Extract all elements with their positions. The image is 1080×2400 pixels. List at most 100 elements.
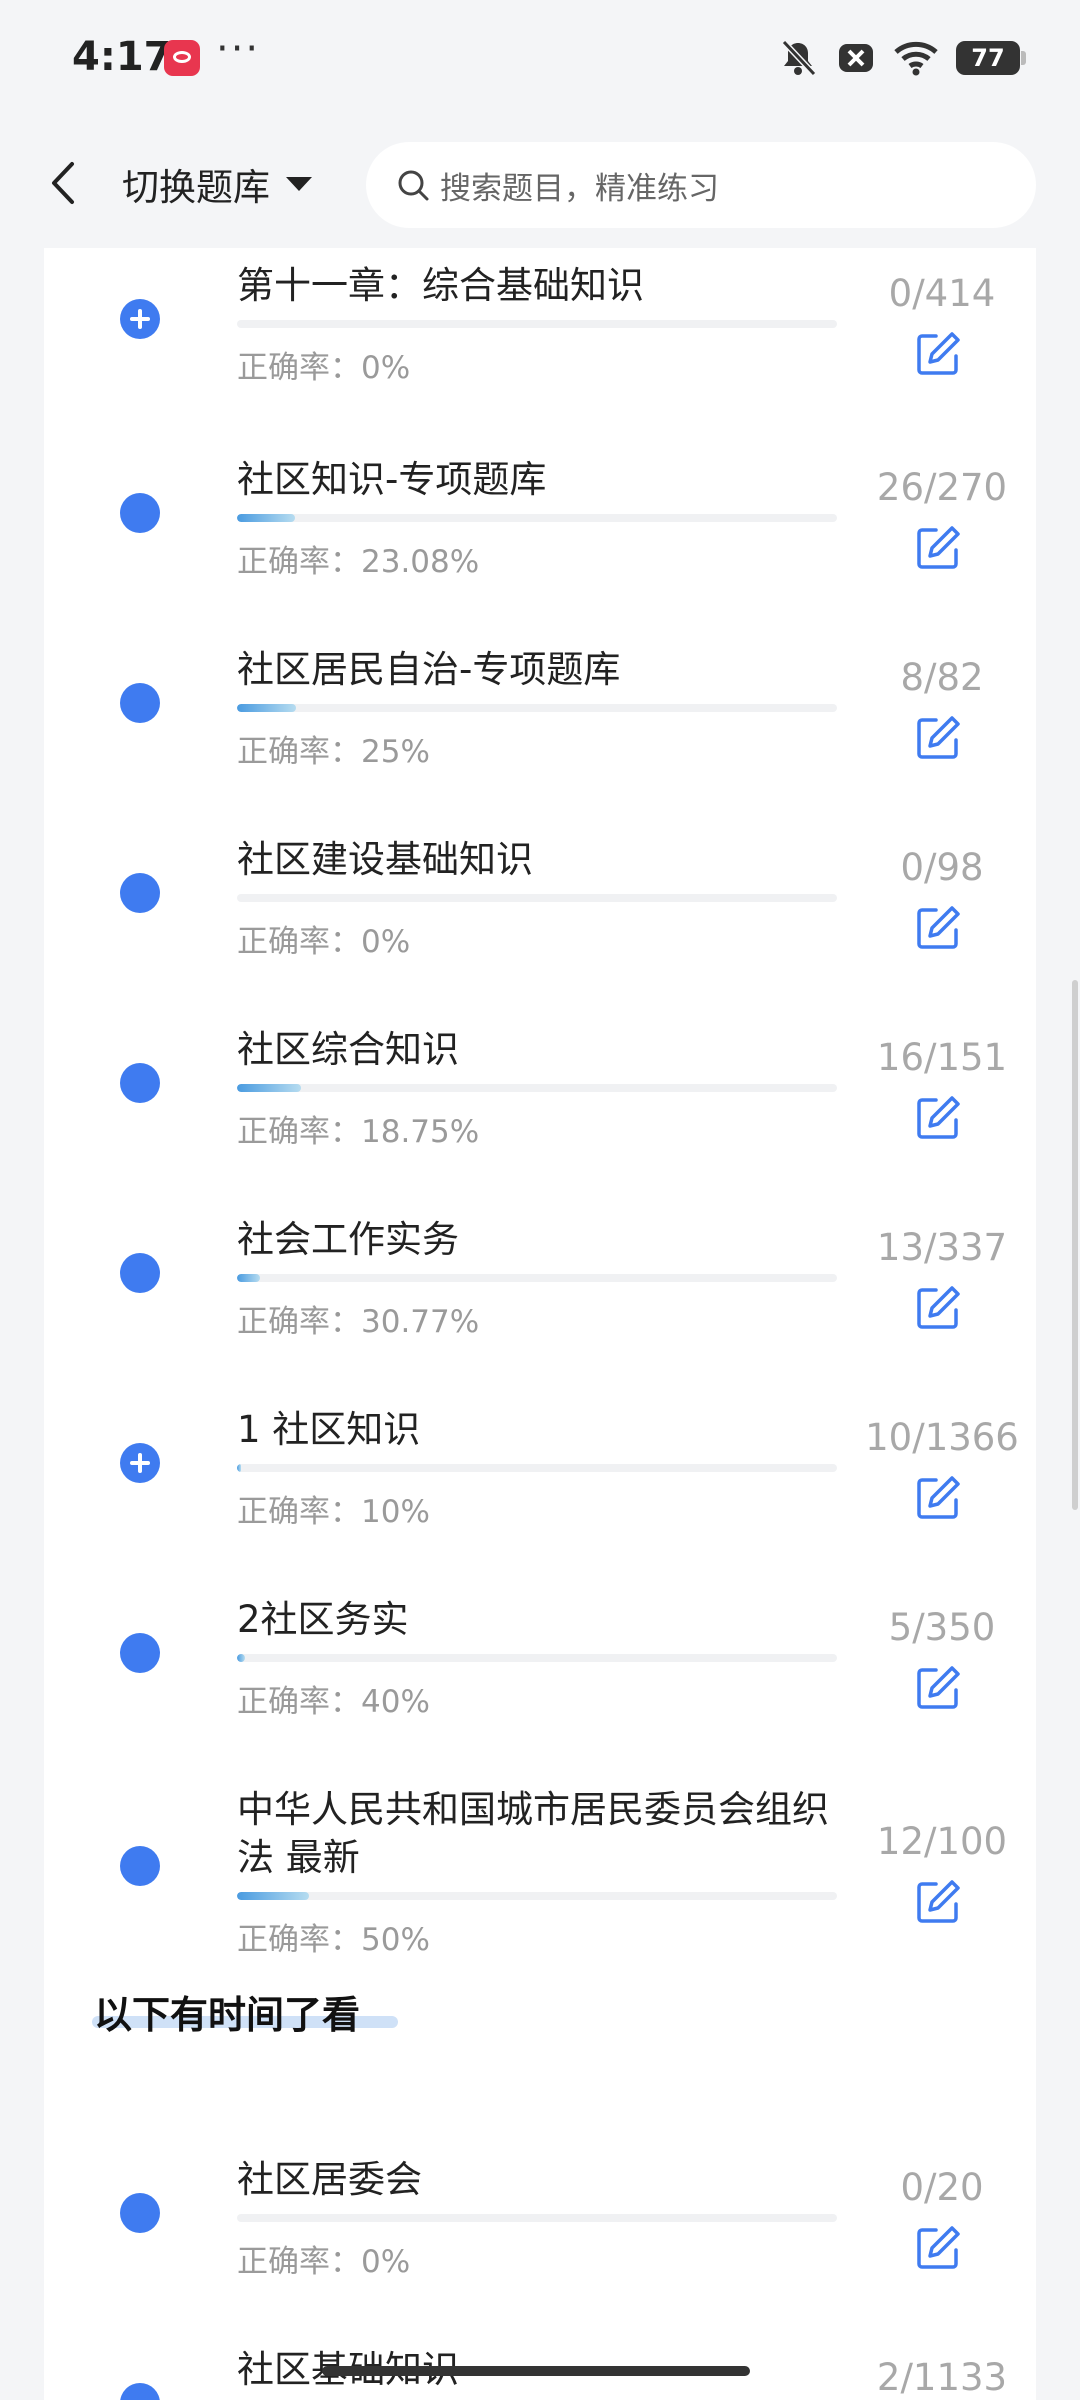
- more-notifications-icon: ···: [216, 26, 261, 72]
- progress-bar: [237, 1892, 837, 1900]
- wifi-icon: [894, 41, 938, 76]
- bullet-dot-icon: [120, 1633, 160, 1673]
- expand-plus-icon[interactable]: [120, 1443, 160, 1483]
- edit-practice-icon[interactable]: [914, 714, 962, 762]
- bullet-dot-icon: [120, 2383, 160, 2400]
- switch-bank-label: 切换题库: [122, 166, 270, 209]
- switch-bank-button[interactable]: 切换题库: [122, 156, 312, 212]
- progress-count: 10/1366: [865, 1416, 1019, 1459]
- no-sim-icon: [839, 44, 873, 72]
- progress-bar: [237, 514, 837, 522]
- progress-fill: [237, 704, 296, 712]
- accuracy-rate: 正确率：18.75%: [237, 1114, 480, 1150]
- item-title: 1 社区知识: [237, 1408, 421, 1451]
- bullet-dot-icon: [120, 1253, 160, 1293]
- item-title: 第十一章：综合基础知识: [237, 264, 644, 307]
- edit-practice-icon[interactable]: [914, 330, 962, 378]
- list-item[interactable]: 社区综合知识正确率：18.75% 16/151: [44, 994, 1036, 1184]
- progress-fill: [237, 1654, 246, 1662]
- bullet-dot-icon: [120, 873, 160, 913]
- progress-bar: [237, 1464, 837, 1472]
- accuracy-rate: 正确率：0%: [237, 2244, 411, 2280]
- progress-count: 16/151: [876, 1036, 1008, 1079]
- list-item[interactable]: 第十一章：综合基础知识正确率：0% 0/414: [44, 248, 1036, 420]
- list-item[interactable]: 社区知识-专项题库正确率：23.08% 26/270: [44, 424, 1036, 614]
- progress-fill: [237, 1084, 301, 1092]
- top-bar: 切换题库 搜索题目，精准练习: [0, 120, 1080, 248]
- item-title: 社区综合知识: [237, 1028, 459, 1071]
- item-title: 社会工作实务: [237, 1218, 459, 1261]
- progress-fill: [237, 1464, 242, 1472]
- progress-count: 12/100: [876, 1820, 1008, 1863]
- bullet-dot-icon: [120, 2193, 160, 2233]
- item-title: 社区建设基础知识: [237, 838, 533, 881]
- edit-practice-icon[interactable]: [914, 904, 962, 952]
- list-item[interactable]: 社区基础知识2/1133: [44, 2314, 1036, 2400]
- progress-bar: [237, 1654, 837, 1662]
- progress-fill: [237, 1274, 261, 1282]
- battery-icon: 77: [956, 41, 1026, 75]
- edit-practice-icon[interactable]: [914, 1284, 962, 1332]
- progress-count: 13/337: [876, 1226, 1008, 1269]
- edit-practice-icon[interactable]: [914, 1474, 962, 1522]
- edit-practice-icon[interactable]: [914, 524, 962, 572]
- accuracy-rate: 正确率：25%: [237, 734, 430, 770]
- list-item[interactable]: 社会工作实务正确率：30.77% 13/337: [44, 1184, 1036, 1374]
- bullet-dot-icon: [120, 683, 160, 723]
- item-title: 社区知识-专项题库: [237, 458, 547, 501]
- search-placeholder: 搜索题目，精准练习: [440, 170, 719, 207]
- list-item[interactable]: 社区建设基础知识正确率：0% 0/98: [44, 804, 1036, 994]
- bullet-dot-icon: [120, 1846, 160, 1886]
- progress-count: 0/98: [900, 846, 984, 889]
- list-item[interactable]: 中华人民共和国城市居民委员会组织法 最新正确率：50% 12/100: [44, 1754, 1036, 1992]
- progress-count: 2/1133: [876, 2356, 1008, 2399]
- progress-bar: [237, 704, 837, 712]
- accuracy-rate: 正确率：40%: [237, 1684, 430, 1720]
- progress-bar: [237, 2214, 837, 2222]
- progress-count: 26/270: [876, 466, 1008, 509]
- status-bar: 4:17 ··· 77: [0, 0, 1080, 120]
- progress-bar: [237, 1084, 837, 1092]
- progress-fill: [237, 514, 295, 522]
- progress-bar: [237, 1274, 837, 1282]
- progress-count: 5/350: [888, 1606, 996, 1649]
- mute-bell-icon: [781, 39, 817, 77]
- accuracy-rate: 正确率：10%: [237, 1494, 430, 1530]
- search-input[interactable]: 搜索题目，精准练习: [366, 142, 1036, 228]
- status-time: 4:17: [72, 34, 172, 80]
- item-title: 社区居民自治-专项题库: [237, 648, 621, 691]
- back-arrow-icon[interactable]: [44, 158, 84, 208]
- list-item[interactable]: 1 社区知识正确率：10% 10/1366: [44, 1374, 1036, 1564]
- item-title: 2社区务实: [237, 1598, 409, 1641]
- section-title: 以下有时间了看: [94, 1993, 361, 2037]
- accuracy-rate: 正确率：30.77%: [237, 1304, 480, 1340]
- caret-down-icon: [286, 177, 312, 191]
- edit-practice-icon[interactable]: [914, 1094, 962, 1142]
- accuracy-rate: 正确率：0%: [237, 924, 411, 960]
- progress-bar: [237, 894, 837, 902]
- progress-count: 8/82: [900, 656, 984, 699]
- accuracy-rate: 正确率：0%: [237, 350, 411, 386]
- accuracy-rate: 正确率：23.08%: [237, 544, 480, 580]
- home-indicator[interactable]: [322, 2366, 750, 2376]
- progress-count: 0/20: [900, 2166, 984, 2209]
- accuracy-rate: 正确率：50%: [237, 1922, 430, 1958]
- search-icon: [398, 170, 429, 201]
- item-title: 社区居委会: [237, 2158, 422, 2201]
- edit-practice-icon[interactable]: [914, 1878, 962, 1926]
- item-title: 中华人民共和国城市居民委员会组织法 最新: [237, 1788, 829, 1879]
- edit-practice-icon[interactable]: [914, 2224, 962, 2272]
- expand-plus-icon[interactable]: [120, 299, 160, 339]
- question-bank-list: 第十一章：综合基础知识正确率：0% 0/414 社区知识-专项题库正确率：23.08…: [44, 248, 1036, 2400]
- list-item[interactable]: 2社区务实正确率：40% 5/350: [44, 1564, 1036, 1754]
- progress-count: 0/414: [888, 272, 996, 315]
- bullet-dot-icon: [120, 493, 160, 533]
- progress-bar: [237, 320, 837, 328]
- list-item[interactable]: 社区居民自治-专项题库正确率：25% 8/82: [44, 614, 1036, 804]
- list-item[interactable]: 社区居委会正确率：0% 0/20: [44, 2124, 1036, 2314]
- progress-fill: [237, 1892, 309, 1900]
- edit-practice-icon[interactable]: [914, 1664, 962, 1712]
- bullet-dot-icon: [120, 1063, 160, 1103]
- battery-level: 77: [971, 44, 1005, 72]
- scrollbar[interactable]: [1072, 980, 1078, 1510]
